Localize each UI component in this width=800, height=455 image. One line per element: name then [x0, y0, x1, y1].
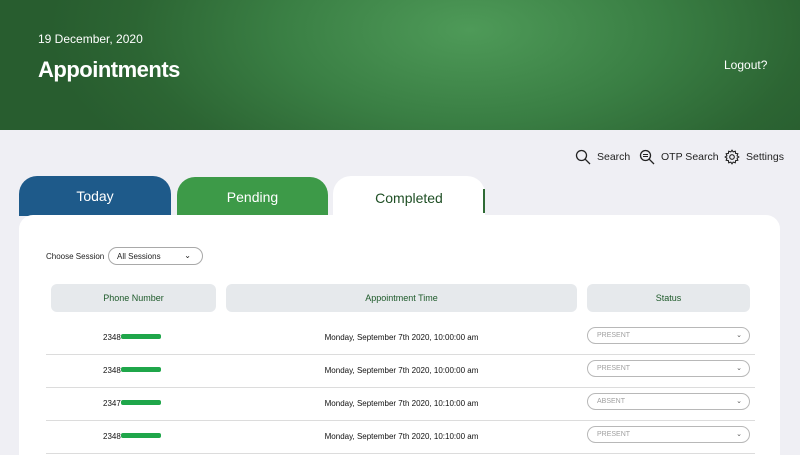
session-label: Choose Session — [46, 252, 105, 261]
search-icon — [575, 149, 591, 165]
otp-search-icon — [639, 149, 655, 165]
table-row: 2348 Monday, September 7th 2020, 10:00:0… — [46, 354, 755, 388]
tab-completed[interactable]: Completed — [333, 176, 485, 220]
phone-prefix: 2348 — [103, 432, 121, 441]
phone-redaction — [120, 334, 161, 340]
status-select[interactable]: PRESENT ⌄ — [587, 426, 750, 443]
appointment-time: Monday, September 7th 2020, 10:00:00 am — [324, 333, 479, 342]
chevron-down-icon: ⌄ — [736, 431, 742, 438]
otp-search-label: OTP Search — [661, 151, 719, 163]
logout-link[interactable]: Logout? — [724, 58, 767, 72]
tab-completed-label: Completed — [375, 190, 443, 206]
chevron-down-icon: ⌄ — [736, 365, 742, 372]
tab-pending-label: Pending — [226, 189, 279, 205]
app-header: 19 December, 2020 Appointments Logout? — [0, 0, 800, 130]
phone-number: 2348 — [103, 432, 161, 441]
current-date: 19 December, 2020 — [38, 32, 143, 46]
column-header-status[interactable]: Status — [587, 284, 750, 312]
table-row: 2347 Monday, September 7th 2020, 10:10:0… — [46, 387, 755, 421]
search-button[interactable]: Search — [575, 148, 630, 166]
status-value: PRESENT — [597, 365, 631, 372]
table-row: 2348 Monday, September 7th 2020, 10:00:0… — [46, 321, 755, 355]
status-value: PRESENT — [597, 431, 631, 438]
chevron-down-icon: ⌄ — [736, 332, 742, 339]
phone-redaction — [120, 433, 161, 439]
chevron-down-icon: ⌄ — [184, 251, 191, 260]
phone-prefix: 2348 — [103, 333, 121, 342]
settings-label: Settings — [746, 151, 784, 163]
otp-search-button[interactable]: OTP Search — [639, 148, 719, 166]
column-header-time[interactable]: Appointment Time — [226, 284, 577, 312]
settings-button[interactable]: Settings — [724, 148, 784, 166]
phone-number: 2348 — [103, 333, 161, 342]
phone-prefix: 2347 — [103, 399, 121, 408]
status-select[interactable]: PRESENT ⌄ — [587, 327, 750, 344]
tab-today-label: Today — [76, 188, 114, 204]
status-select[interactable]: PRESENT ⌄ — [587, 360, 750, 377]
phone-redaction — [120, 367, 161, 373]
page-title: Appointments — [38, 57, 180, 82]
phone-number: 2348 — [103, 366, 161, 375]
appointment-time: Monday, September 7th 2020, 10:10:00 am — [324, 432, 479, 441]
appointment-time: Monday, September 7th 2020, 10:00:00 am — [324, 366, 479, 375]
appointment-time: Monday, September 7th 2020, 10:10:00 am — [324, 399, 479, 408]
session-select-value: All Sessions — [117, 251, 161, 261]
tab-today[interactable]: Today — [19, 176, 171, 216]
tab-pending[interactable]: Pending — [177, 177, 328, 217]
phone-prefix: 2348 — [103, 366, 121, 375]
table-row: 2348 Monday, September 7th 2020, 10:10:0… — [46, 420, 755, 454]
phone-redaction — [120, 400, 161, 406]
status-value: PRESENT — [597, 332, 631, 339]
gear-icon — [724, 149, 740, 165]
status-select[interactable]: ABSENT ⌄ — [587, 393, 750, 410]
chevron-down-icon: ⌄ — [736, 398, 742, 405]
search-label: Search — [597, 151, 631, 163]
column-header-phone[interactable]: Phone Number — [51, 284, 216, 312]
phone-number: 2347 — [103, 399, 161, 408]
status-value: ABSENT — [597, 398, 626, 405]
session-select[interactable]: All Sessions ⌄ — [108, 247, 203, 265]
